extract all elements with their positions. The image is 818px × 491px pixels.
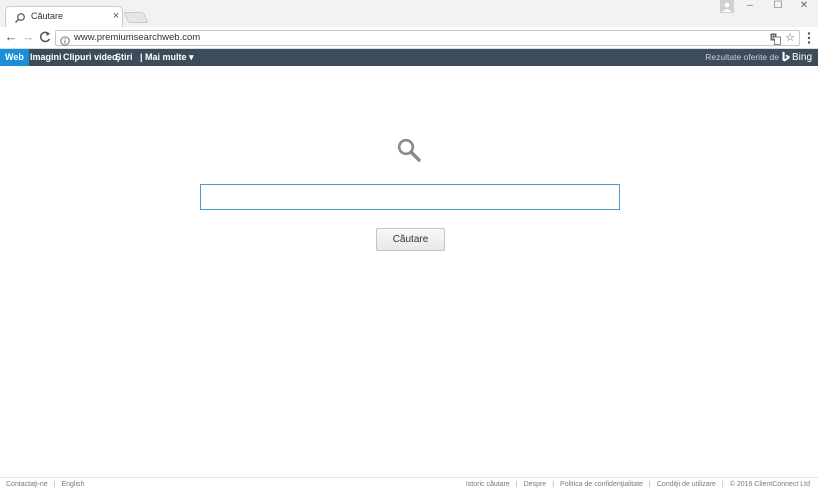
footer-separator: | bbox=[552, 481, 555, 488]
footer-link-terms[interactable]: Condiţii de utilizare bbox=[657, 481, 716, 488]
search-icon bbox=[396, 137, 422, 163]
address-bar[interactable]: www.premiumsearchweb.com G ☆ bbox=[55, 30, 800, 46]
profile-icon[interactable] bbox=[720, 0, 734, 13]
bing-brand-text: Bing bbox=[791, 52, 812, 63]
footer-separator: | bbox=[515, 481, 518, 488]
url-text: www.premiumsearchweb.com bbox=[74, 32, 201, 43]
info-icon[interactable] bbox=[60, 33, 70, 46]
tab-imagini[interactable]: Imagini bbox=[30, 49, 62, 66]
footer-link-history[interactable]: Istoric căutare bbox=[466, 481, 510, 488]
svg-text:G: G bbox=[772, 35, 776, 41]
footer-right-links: Istoric căutare | Despre | Politica de confi… bbox=[466, 481, 810, 488]
tab-title: Căutare bbox=[31, 11, 64, 21]
powered-by: Rezultate oferite de Bing bbox=[705, 49, 812, 66]
close-tab-icon[interactable]: × bbox=[110, 9, 122, 23]
back-button[interactable]: ← bbox=[3, 29, 19, 45]
powered-by-label: Rezultate oferite de bbox=[705, 52, 779, 62]
footer-separator: | bbox=[721, 481, 724, 488]
footer-link-about[interactable]: Despre bbox=[524, 481, 547, 488]
browser-tab[interactable]: Căutare × bbox=[5, 6, 123, 28]
search-input[interactable] bbox=[200, 184, 620, 210]
footer-left-links: Contactaţi-ne | English bbox=[6, 481, 84, 488]
search-icon bbox=[14, 11, 26, 23]
tab-stiri[interactable]: Ştiri bbox=[115, 49, 133, 66]
bing-logo-icon bbox=[782, 51, 790, 62]
tab-web[interactable]: Web bbox=[0, 49, 29, 66]
footer-copyright: © 2016 ClientConnect Ltd bbox=[729, 481, 810, 488]
footer-link-english[interactable]: English bbox=[61, 481, 84, 488]
translate-icon[interactable]: G bbox=[770, 32, 781, 45]
minimize-button[interactable]: – bbox=[737, 0, 763, 13]
footer-link-privacy[interactable]: Politica de confidenţialitate bbox=[560, 481, 643, 488]
reload-button[interactable] bbox=[37, 29, 53, 45]
forward-button[interactable]: → bbox=[20, 29, 36, 45]
maximize-button[interactable]: ☐ bbox=[765, 0, 791, 13]
page-footer: Contactaţi-ne | English Istoric căutare | De… bbox=[0, 477, 818, 491]
search-provider-navbar: Web Imagini Clipuri video Ştiri | Mai mu… bbox=[0, 49, 818, 66]
tab-clipuri-video[interactable]: Clipuri video bbox=[63, 49, 118, 66]
kebab-menu-icon[interactable] bbox=[803, 30, 815, 46]
bookmark-star-icon[interactable]: ☆ bbox=[785, 31, 795, 45]
footer-separator: | bbox=[53, 481, 56, 488]
search-button[interactable]: Căutare bbox=[376, 228, 445, 251]
footer-link-contact[interactable]: Contactaţi-ne bbox=[6, 481, 48, 488]
tab-mai-multe[interactable]: | Mai multe ▾ bbox=[140, 49, 194, 66]
browser-toolbar: ← → www.premiumsearchweb.com G ☆ bbox=[0, 27, 818, 49]
browser-titlebar: Căutare × – ☐ ✕ bbox=[0, 0, 818, 28]
new-tab-button[interactable] bbox=[123, 12, 149, 23]
footer-separator: | bbox=[648, 481, 651, 488]
close-window-button[interactable]: ✕ bbox=[791, 0, 817, 13]
